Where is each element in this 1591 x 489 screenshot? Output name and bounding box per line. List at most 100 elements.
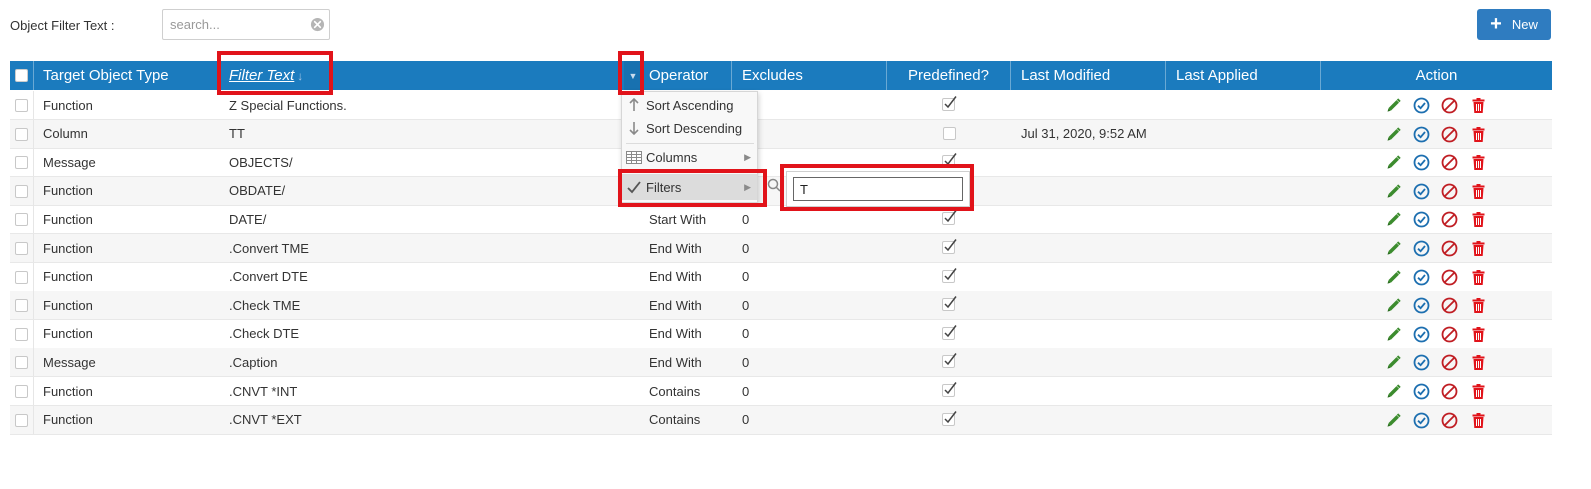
trash-icon[interactable] <box>1470 211 1487 228</box>
table-row[interactable]: Message OBJECTS/ <box>10 148 1552 178</box>
header-target-object-type[interactable]: Target Object Type <box>43 61 169 90</box>
pencil-icon[interactable] <box>1385 383 1402 400</box>
arrow-up-icon <box>622 98 646 112</box>
ban-icon[interactable] <box>1441 126 1458 143</box>
check-circle-icon[interactable] <box>1413 326 1430 343</box>
row-checkbox[interactable] <box>15 184 28 198</box>
filter-text-sort-link[interactable]: Filter Text <box>229 67 294 84</box>
row-checkbox[interactable] <box>15 327 28 341</box>
pencil-icon[interactable] <box>1385 183 1402 200</box>
new-button[interactable]: + New <box>1477 9 1551 40</box>
table-row[interactable]: Function OBDATE/ <box>10 176 1552 206</box>
trash-icon[interactable] <box>1470 183 1487 200</box>
ban-icon[interactable] <box>1441 97 1458 114</box>
check-circle-icon[interactable] <box>1413 126 1430 143</box>
table-row[interactable]: Column TT Jul 31, 2020, 9:52 AM <box>10 119 1552 149</box>
header-predefined[interactable]: Predefined? <box>887 61 1010 90</box>
filter-text-input[interactable] <box>793 177 963 201</box>
cell-excludes: 0 <box>742 326 750 342</box>
check-circle-icon[interactable] <box>1413 240 1430 257</box>
trash-icon[interactable] <box>1470 297 1487 314</box>
table-row[interactable]: Function .CNVT *INT Contains 0 <box>10 377 1552 406</box>
table-row[interactable]: Function .Convert TME End With 0 <box>10 234 1552 263</box>
ban-icon[interactable] <box>1441 297 1458 314</box>
check-circle-icon[interactable] <box>1413 412 1430 429</box>
menu-columns[interactable]: Columns ▶ <box>622 145 757 169</box>
menu-filters[interactable]: Filters ▶ <box>622 174 757 200</box>
table-row[interactable]: Function Z Special Functions. <box>10 91 1552 120</box>
row-checkbox[interactable] <box>15 299 28 313</box>
pencil-icon[interactable] <box>1385 126 1402 143</box>
header-filter-text[interactable]: Filter Text ↓ <box>229 61 303 90</box>
cell-excludes: 0 <box>742 412 750 428</box>
cell-target-object-type: Function <box>43 383 93 399</box>
ban-icon[interactable] <box>1441 269 1458 286</box>
cell-filter-text: .Convert DTE <box>229 269 308 285</box>
check-circle-icon[interactable] <box>1413 97 1430 114</box>
check-circle-icon[interactable] <box>1413 154 1430 171</box>
cell-operator: End With <box>649 354 702 370</box>
column-menu-trigger[interactable]: ▼ <box>624 61 642 90</box>
ban-icon[interactable] <box>1441 183 1458 200</box>
trash-icon[interactable] <box>1470 240 1487 257</box>
check-circle-icon[interactable] <box>1413 354 1430 371</box>
row-checkbox[interactable] <box>15 213 28 227</box>
cell-filter-text: OBDATE/ <box>229 183 286 199</box>
pencil-icon[interactable] <box>1385 412 1402 429</box>
check-circle-icon[interactable] <box>1413 183 1430 200</box>
trash-icon[interactable] <box>1470 154 1487 171</box>
table-row[interactable]: Function DATE/Start With 0 <box>10 205 1552 235</box>
row-checkbox[interactable] <box>15 385 28 398</box>
row-checkbox[interactable] <box>15 242 28 255</box>
row-checkbox[interactable] <box>15 356 28 370</box>
row-actions <box>1385 297 1485 314</box>
pencil-icon[interactable] <box>1385 240 1402 257</box>
cell-filter-text: OBJECTS/ <box>229 154 293 170</box>
menu-sort-descending[interactable]: Sort Descending <box>622 116 757 140</box>
pencil-icon[interactable] <box>1385 97 1402 114</box>
select-all-checkbox[interactable] <box>15 69 28 82</box>
ban-icon[interactable] <box>1441 326 1458 343</box>
pencil-icon[interactable] <box>1385 269 1402 286</box>
row-checkbox[interactable] <box>15 413 28 427</box>
pencil-icon[interactable] <box>1385 297 1402 314</box>
check-circle-icon[interactable] <box>1413 383 1430 400</box>
table-row[interactable]: Message .Caption End With 0 <box>10 348 1552 378</box>
row-checkbox[interactable] <box>15 127 28 141</box>
header-excludes[interactable]: Excludes <box>742 61 803 90</box>
pencil-icon[interactable] <box>1385 211 1402 228</box>
pencil-icon[interactable] <box>1385 326 1402 343</box>
row-checkbox[interactable] <box>15 270 28 284</box>
header-last-modified[interactable]: Last Modified <box>1021 61 1110 90</box>
trash-icon[interactable] <box>1470 269 1487 286</box>
menu-sort-ascending[interactable]: Sort Ascending <box>622 93 757 117</box>
object-filter-search[interactable] <box>162 9 330 40</box>
search-input[interactable] <box>163 10 303 39</box>
row-checkbox[interactable] <box>15 156 28 170</box>
check-circle-icon[interactable] <box>1413 269 1430 286</box>
ban-icon[interactable] <box>1441 383 1458 400</box>
table-row[interactable]: Function .Check DTE End With 0 <box>10 319 1552 349</box>
check-circle-icon[interactable] <box>1413 297 1430 314</box>
row-checkbox[interactable] <box>15 99 28 112</box>
ban-icon[interactable] <box>1441 412 1458 429</box>
trash-icon[interactable] <box>1470 354 1487 371</box>
table-row[interactable]: Function .Check TME End With 0 <box>10 291 1552 321</box>
pencil-icon[interactable] <box>1385 154 1402 171</box>
table-row[interactable]: Function .Convert DTE End With 0 <box>10 262 1552 292</box>
trash-icon[interactable] <box>1470 326 1487 343</box>
ban-icon[interactable] <box>1441 354 1458 371</box>
header-last-applied[interactable]: Last Applied <box>1176 61 1258 90</box>
trash-icon[interactable] <box>1470 126 1487 143</box>
table-row[interactable]: Function .CNVT *EXT Contains 0 <box>10 405 1552 435</box>
trash-icon[interactable] <box>1470 97 1487 114</box>
header-operator[interactable]: Operator <box>649 61 708 90</box>
trash-icon[interactable] <box>1470 412 1487 429</box>
pencil-icon[interactable] <box>1385 354 1402 371</box>
clear-search-icon[interactable] <box>310 17 325 32</box>
ban-icon[interactable] <box>1441 240 1458 257</box>
check-circle-icon[interactable] <box>1413 211 1430 228</box>
ban-icon[interactable] <box>1441 211 1458 228</box>
trash-icon[interactable] <box>1470 383 1487 400</box>
ban-icon[interactable] <box>1441 154 1458 171</box>
